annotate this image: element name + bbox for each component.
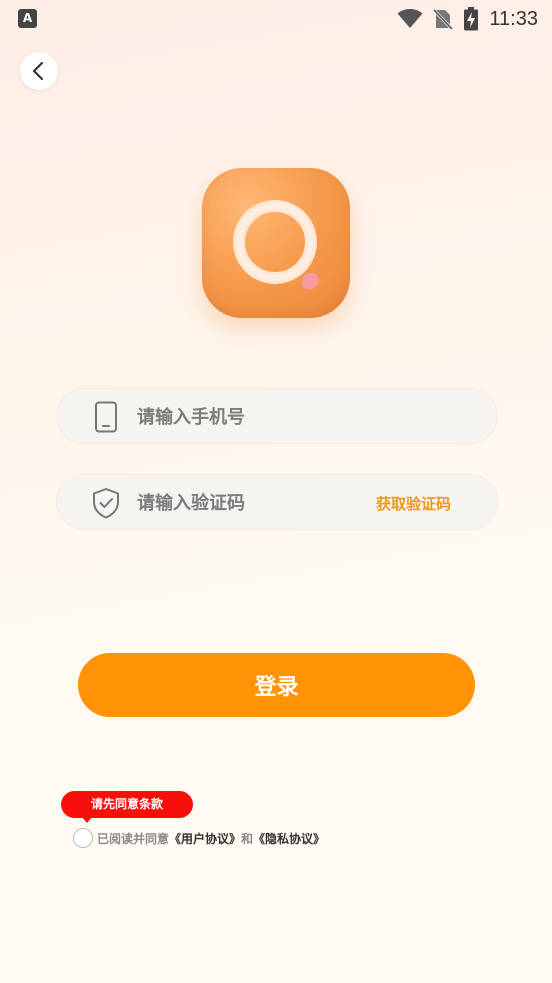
search-q-logo-icon <box>233 200 319 290</box>
phone-icon <box>95 401 117 433</box>
status-time: 11:33 <box>489 7 538 30</box>
battery-charging-icon <box>463 7 479 31</box>
back-button[interactable] <box>20 52 58 90</box>
agreement-row: 已阅读并同意 《用户协议》 和 《隐私协议》 <box>73 827 325 849</box>
get-code-button[interactable]: 获取验证码 <box>376 493 451 514</box>
status-icons: 11:33 <box>397 6 538 32</box>
privacy-policy-link[interactable]: 《隐私协议》 <box>253 830 325 847</box>
shield-check-icon <box>93 488 119 519</box>
agree-checkbox[interactable] <box>73 828 93 848</box>
tooltip-arrow <box>82 817 92 823</box>
agreement-conjunction: 和 <box>241 831 254 846</box>
verification-code-field[interactable]: 获取验证码 <box>56 474 498 531</box>
verification-code-input[interactable] <box>137 475 357 531</box>
agree-terms-tooltip: 请先同意条款 <box>61 791 193 818</box>
status-bar: A 11:33 <box>0 0 552 38</box>
phone-field[interactable] <box>56 388 498 445</box>
chevron-left-icon <box>32 61 44 81</box>
agreement-prefix: 已阅读并同意 <box>97 831 170 846</box>
app-notification-icon: A <box>18 9 37 28</box>
login-button[interactable]: 登录 <box>78 653 475 717</box>
phone-input[interactable] <box>137 389 357 445</box>
user-agreement-link[interactable]: 《用户协议》 <box>169 830 241 847</box>
wifi-icon <box>397 9 423 29</box>
app-logo <box>202 168 350 318</box>
no-sim-icon <box>433 8 454 30</box>
